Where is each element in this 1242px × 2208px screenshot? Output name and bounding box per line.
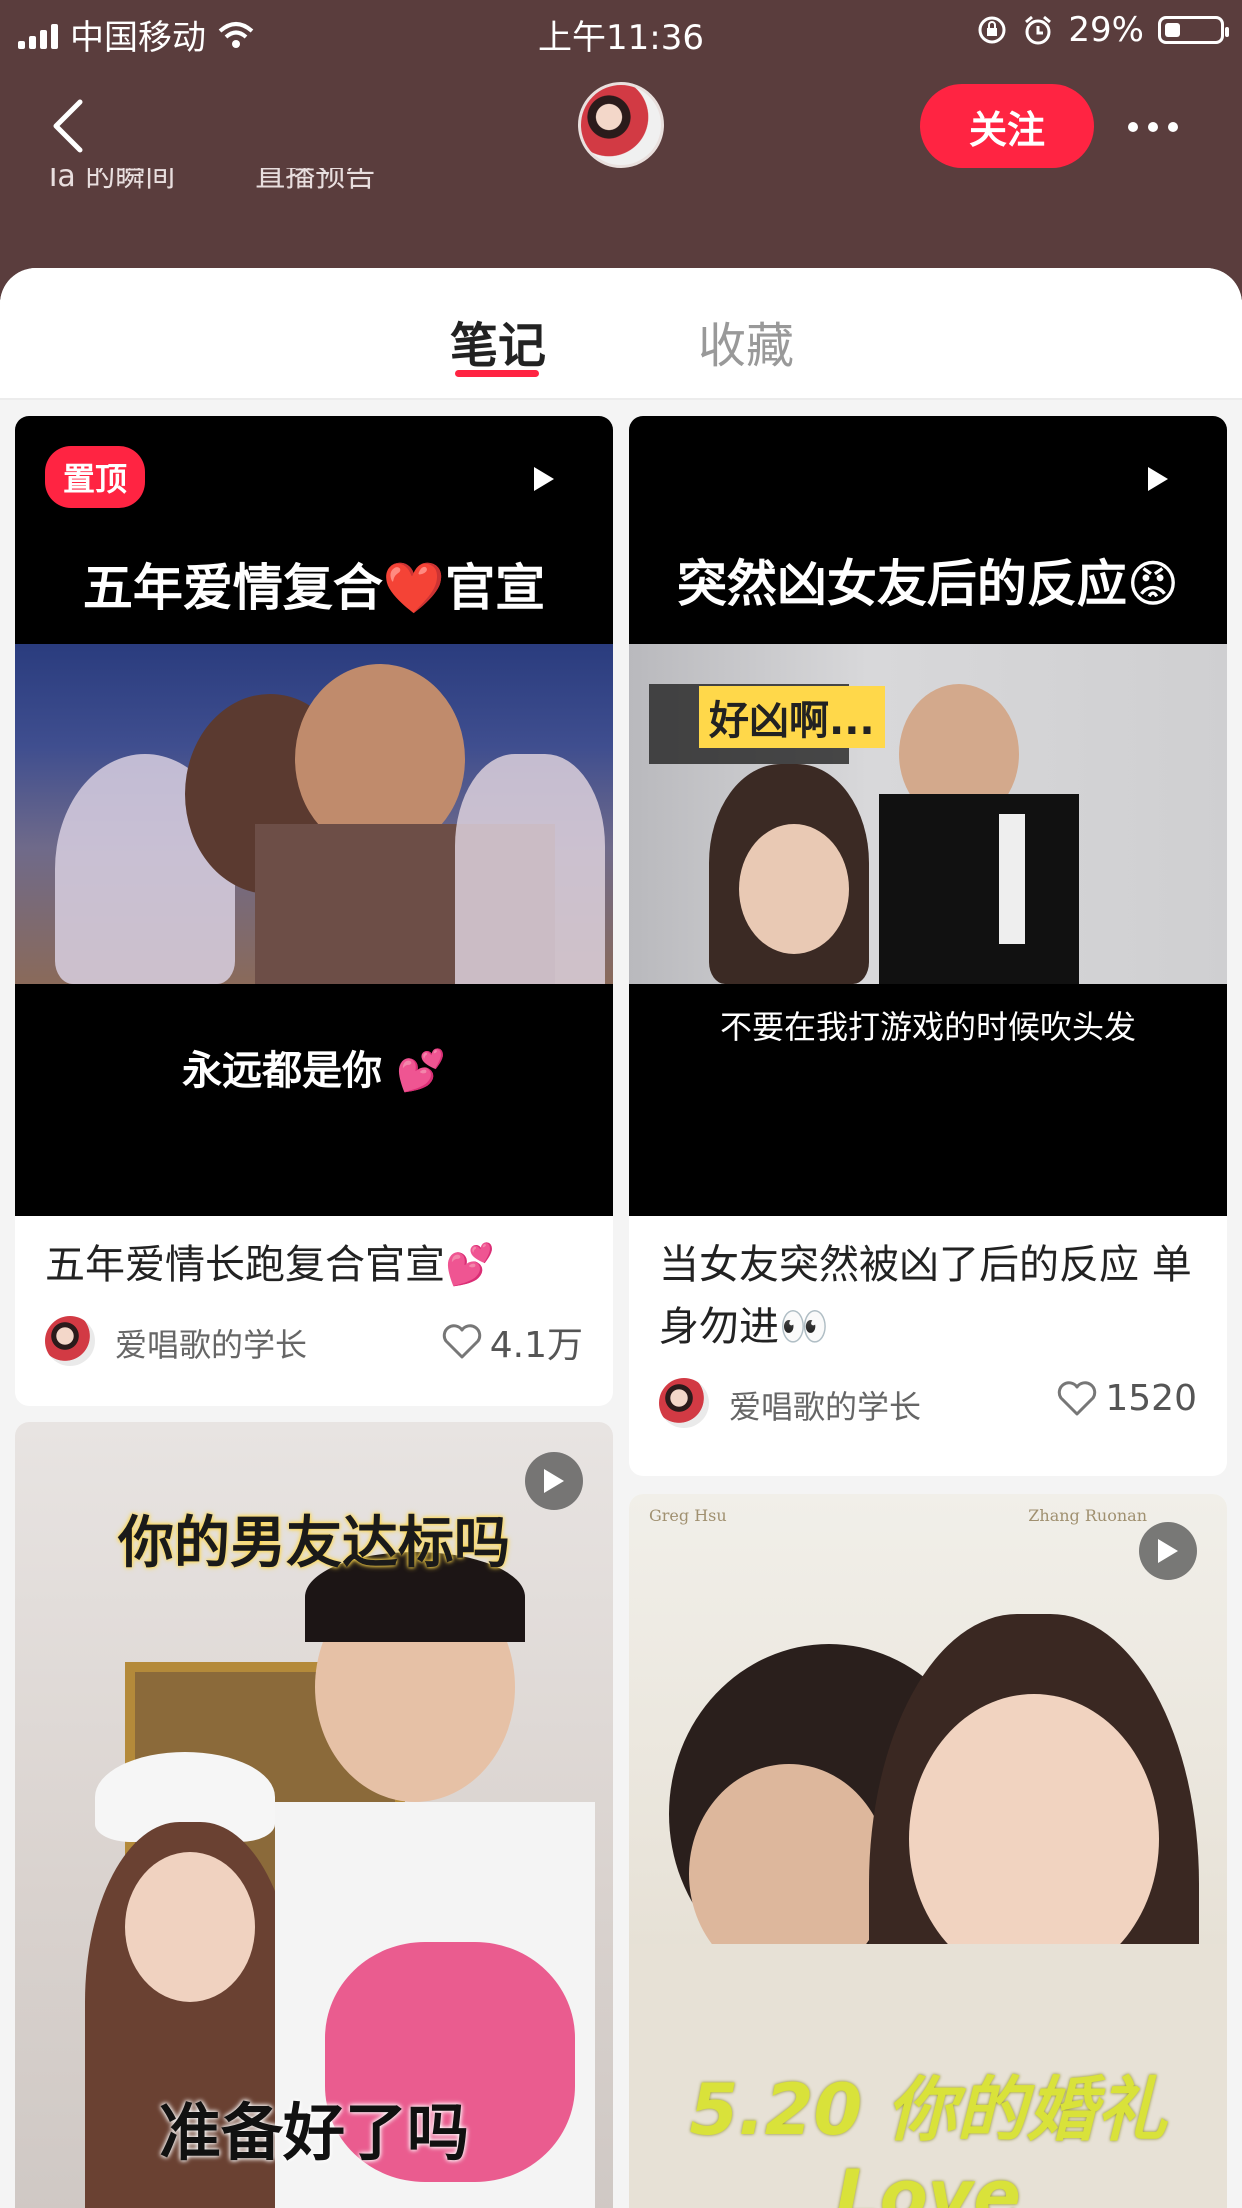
note-meta: 爱唱歌的学长 4.1万 [15, 1296, 613, 1386]
profile-header: 中国移动 上午11:36 29% 关注 Ta 的瞬间 直播预告 [0, 0, 1242, 300]
lock-rotation-icon [978, 16, 1006, 44]
cover-caption: 不要在我打游戏的时候吹头发 [719, 1008, 1136, 1046]
avatar[interactable] [578, 82, 664, 168]
play-icon [515, 450, 573, 508]
author-name: 爱唱歌的学长 [115, 1326, 308, 1364]
more-dots-icon[interactable] [1128, 112, 1188, 142]
tab-bar: 笔记 收藏 [0, 268, 1242, 400]
note-cover: Greg Hsu Zhang Ruonan 5.20 你的婚礼 Love [629, 1494, 1227, 2208]
cover-credit-right: Zhang Ruonan [1028, 1506, 1147, 1525]
peek-item-moments[interactable]: Ta 的瞬间 [44, 168, 175, 198]
pinned-badge: 置顶 [45, 446, 146, 508]
cover-credit-left: Greg Hsu [649, 1506, 727, 1525]
author-name: 爱唱歌的学长 [729, 1388, 922, 1426]
follow-button[interactable]: 关注 [920, 84, 1094, 168]
active-tab-indicator [455, 370, 539, 377]
note-card[interactable]: Greg Hsu Zhang Ruonan 5.20 你的婚礼 Love [629, 1494, 1227, 2208]
author-avatar [659, 1378, 709, 1428]
battery-icon [1158, 16, 1229, 44]
note-card[interactable]: 突然凶女友后的反应😡 好凶啊... 不要在我打游戏的时候吹头发 当女友突然被凶了… [629, 416, 1227, 1476]
author-avatar [45, 1316, 95, 1366]
like-button[interactable]: 4.1万 [442, 1316, 583, 1368]
heart-outline-icon [442, 1324, 481, 1359]
play-icon [1139, 1522, 1197, 1580]
heart-outline-icon [1058, 1380, 1097, 1415]
note-cover: 置顶 五年爱情复合❤️官宣 永远都是你 💕 [15, 416, 613, 1216]
tab-favorites[interactable]: 收藏 [698, 306, 794, 376]
like-button[interactable]: 1520 [1057, 1378, 1197, 1419]
note-title: 当女友突然被凶了后的反应 单身勿进👀 [659, 1242, 1192, 1350]
cover-title: 你的男友达标吗 [118, 1511, 510, 1576]
cover-caption: 准备好了吗 [158, 2096, 469, 2169]
note-card[interactable]: 你的男友达标吗 准备好了吗 [15, 1422, 613, 2208]
cover-title: 突然凶女友后的反应😡 [676, 555, 1180, 613]
cover-title: 五年爱情复合❤️官宣 [82, 559, 546, 617]
note-cover: 突然凶女友后的反应😡 好凶啊... 不要在我打游戏的时候吹头发 [629, 416, 1227, 1216]
back-chevron-icon[interactable] [50, 98, 86, 154]
like-count: 1520 [1105, 1378, 1197, 1419]
cover-caption: 永远都是你 💕 [182, 1048, 446, 1094]
note-title: 五年爱情长跑复合官宣💕 [45, 1242, 495, 1288]
battery-percent: 29% [1068, 10, 1144, 50]
profile-sections-peek: Ta 的瞬间 直播预告 [44, 168, 375, 198]
cover-photo [15, 644, 613, 984]
status-bar: 中国移动 上午11:36 29% [0, 0, 1242, 62]
note-meta: 爱唱歌的学长 1520 [629, 1358, 1227, 1448]
notes-panel: 笔记 收藏 置顶 五年爱情复合❤️官宣 永远都是你 💕 五年爱情长跑复合官宣💕 … [0, 268, 1242, 2208]
peek-item-live[interactable]: 直播预告 [255, 168, 375, 198]
tab-notes[interactable]: 笔记 [450, 306, 546, 376]
cover-tag: 好凶啊... [699, 686, 885, 748]
note-card[interactable]: 置顶 五年爱情复合❤️官宣 永远都是你 💕 五年爱情长跑复合官宣💕 爱唱歌的学长… [15, 416, 613, 1406]
alarm-icon [1025, 15, 1052, 45]
like-count: 4.1万 [489, 1325, 583, 1366]
note-cover: 你的男友达标吗 准备好了吗 [15, 1422, 613, 2208]
cover-caption: 5.20 你的婚礼 Love [689, 2069, 1167, 2208]
play-icon [1129, 450, 1187, 508]
